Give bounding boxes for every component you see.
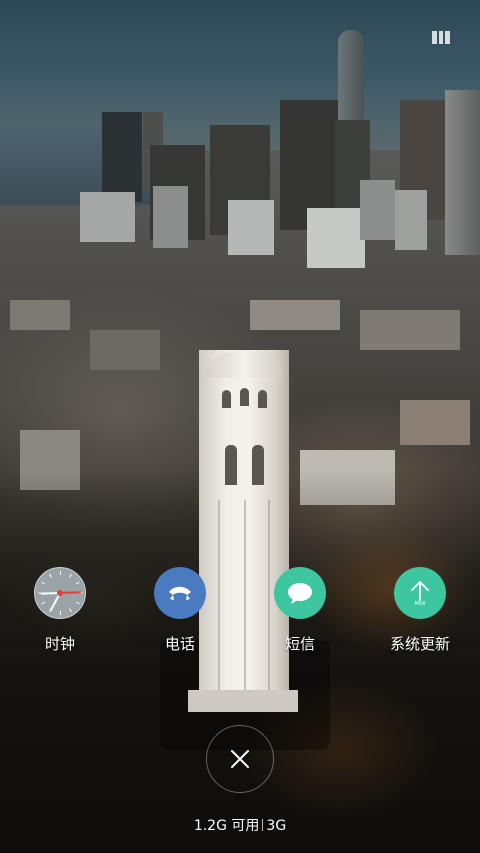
tower-window bbox=[225, 445, 237, 485]
system-update-icon: MIUI bbox=[394, 567, 446, 619]
tower-base bbox=[188, 690, 298, 712]
building bbox=[90, 330, 160, 370]
tower-window bbox=[240, 388, 249, 406]
building bbox=[307, 208, 365, 268]
close-icon bbox=[231, 750, 249, 768]
building bbox=[360, 310, 460, 350]
building bbox=[400, 400, 470, 445]
shortcut-label: 时钟 bbox=[44, 635, 75, 653]
shortcut-system-update[interactable]: MIUI 系统更新 bbox=[365, 567, 475, 663]
building bbox=[10, 300, 70, 330]
building bbox=[360, 180, 395, 240]
shortcut-label: 电话 bbox=[164, 635, 195, 653]
memory-status: 1.2G 可用 3G bbox=[0, 815, 480, 835]
phone-icon bbox=[154, 567, 206, 619]
building bbox=[395, 190, 427, 250]
system-update-badge: MIUI bbox=[414, 600, 426, 607]
message-icon bbox=[274, 567, 326, 619]
recent-apps-icon bbox=[432, 31, 451, 44]
memory-total: 3G bbox=[266, 818, 287, 834]
building bbox=[250, 300, 340, 330]
building bbox=[228, 200, 274, 255]
memory-separator bbox=[262, 819, 264, 831]
shortcut-label: 系统更新 bbox=[389, 635, 450, 653]
tower-window bbox=[222, 390, 231, 408]
tower-window bbox=[258, 390, 267, 408]
building bbox=[153, 186, 188, 248]
shortcut-phone[interactable]: 电话 bbox=[125, 567, 235, 663]
tower-top bbox=[205, 352, 283, 378]
building bbox=[102, 112, 142, 202]
building bbox=[80, 192, 135, 242]
clock-icon bbox=[34, 567, 86, 619]
shortcut-messages[interactable]: 短信 bbox=[245, 567, 355, 663]
shortcut-clock[interactable]: 时钟 bbox=[5, 567, 115, 663]
tower-window bbox=[252, 445, 264, 485]
memory-available: 1.2G 可用 bbox=[193, 818, 260, 834]
close-button[interactable] bbox=[206, 725, 274, 793]
building bbox=[445, 90, 480, 255]
shortcut-label: 短信 bbox=[284, 635, 315, 653]
